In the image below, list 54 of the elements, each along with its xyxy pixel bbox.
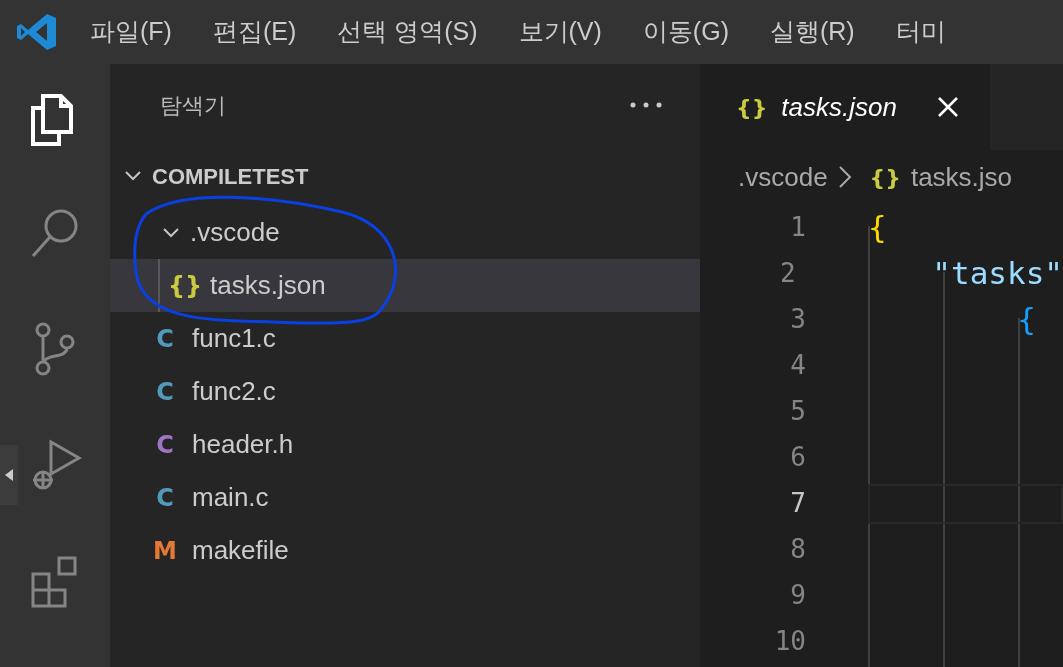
tree-item[interactable]: {} tasks.json [110,259,700,312]
panel-toggle[interactable] [0,445,18,505]
file-type-icon: C [150,373,180,410]
code-text: { [868,207,887,247]
section-title[interactable]: COMPILETEST [152,159,309,193]
file-type-icon: C [150,479,180,516]
line-number: 5 [789,394,806,428]
file-name: header.h [192,428,294,461]
line-number: 6 [789,440,806,474]
menu-item[interactable]: 보기(V) [518,13,602,51]
line-number: 7 [789,486,806,520]
menu-item[interactable]: 이동(G) [642,13,729,51]
file-type-icon: C [150,320,180,357]
close-icon[interactable] [936,96,959,118]
line-number: 4 [789,348,806,382]
file-name: .vscode [190,216,280,249]
menu-item[interactable]: 선택 영역(S) [337,13,478,51]
breadcrumb-item[interactable]: .vscode [738,157,828,197]
tree-item[interactable]: M makefile [110,524,700,577]
menu-item[interactable]: 파일(F) [90,13,172,51]
file-name: func1.c [192,322,276,355]
code-text: "tasks" [931,253,1063,293]
menu-item[interactable]: 터미 [895,13,946,51]
menu-item[interactable]: 편집(E) [212,13,297,51]
line-number: 9 [789,578,806,612]
line-number: 8 [789,532,806,566]
file-name: tasks.json [210,269,326,302]
json-icon: {} [869,160,901,194]
file-name: func2.c [192,375,276,408]
line-number: 1 [789,210,806,244]
tree-item[interactable]: C header.h [110,418,700,471]
chevron-icon [837,165,852,189]
line-number: 2 [779,256,796,290]
json-icon: {} [736,90,768,124]
tree-item[interactable]: C func2.c [110,365,700,418]
tree-item[interactable]: C main.c [110,471,700,524]
code-text: { [1016,299,1036,339]
file-name: main.c [192,481,269,514]
menu-item[interactable]: 실행(R) [769,13,855,51]
tab-title: tasks.json [781,90,897,124]
breadcrumb-item[interactable]: tasks.jso [910,157,1013,197]
tree-item[interactable]: C func1.c [110,312,700,365]
sidebar-title: 탐색기 [160,91,226,120]
file-name: makefile [192,534,289,567]
more-icon[interactable] [630,102,662,108]
file-type-icon: M [150,532,180,569]
editor-tab[interactable]: {} tasks.json [700,64,990,150]
tree-item[interactable]: .vscode [110,206,700,259]
file-type-icon: C [150,426,180,463]
app-logo-icon[interactable] [16,12,58,52]
line-number: 10 [773,624,806,658]
caret-icon [4,468,14,482]
line-number: 3 [789,302,806,336]
file-type-icon: {} [168,267,198,304]
